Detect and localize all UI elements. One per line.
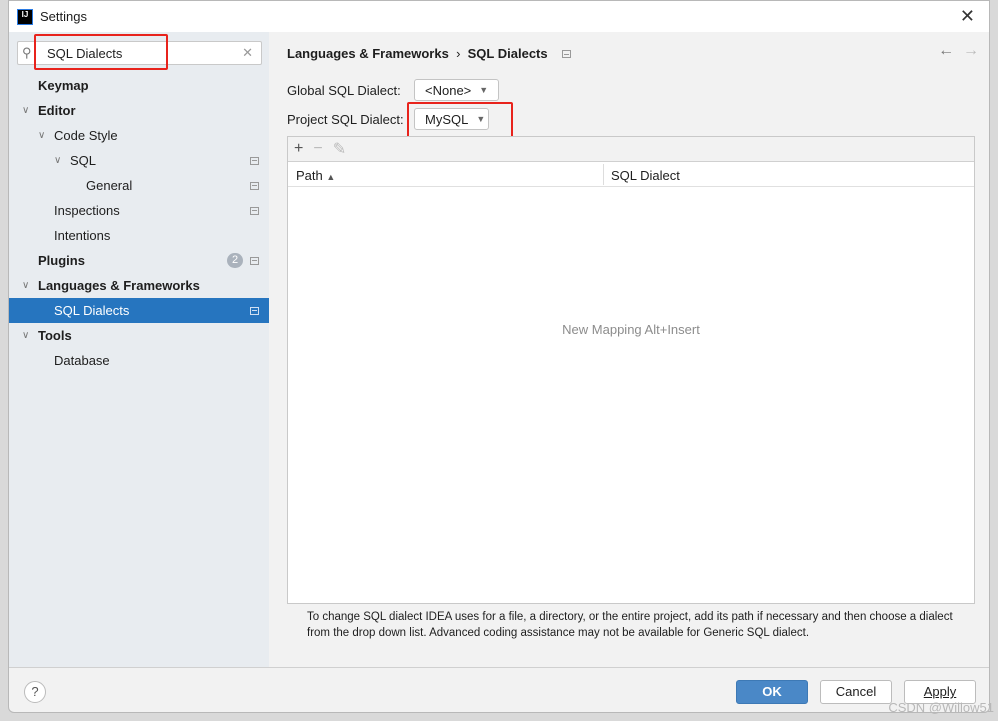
breadcrumb: Languages & Frameworks › SQL Dialects	[287, 46, 571, 61]
global-dialect-select[interactable]: <None> ▼	[414, 79, 499, 101]
tree-item[interactable]: ∨ SQL	[9, 148, 269, 173]
tree-item[interactable]: Database	[9, 348, 269, 373]
edit-icon[interactable]: ✎	[333, 139, 346, 159]
chevron-down-icon[interactable]: ∨	[54, 155, 61, 166]
tree-item-label: Keymap	[38, 78, 89, 93]
settings-dialog: IJ Settings ✕ ⚲ SQL Dialects ✕ Keymap ∨ Ed…	[8, 0, 990, 713]
footer: ? OK Cancel Apply	[9, 667, 989, 713]
chevron-down-icon[interactable]: ∨	[22, 105, 29, 116]
chevron-down-icon[interactable]: ∨	[38, 130, 45, 141]
tree-item-label: SQL Dialects	[54, 303, 130, 318]
tree-item[interactable]: Inspections	[9, 198, 269, 223]
window-title: Settings	[40, 9, 87, 24]
column-divider	[603, 164, 604, 185]
empty-table-text: New Mapping Alt+Insert	[562, 322, 700, 337]
watermark: CSDN @Willow51	[888, 700, 994, 715]
tree-item[interactable]: Intentions	[9, 223, 269, 248]
tree-item[interactable]: General	[9, 173, 269, 198]
breadcrumb-separator: ›	[456, 46, 461, 61]
table-header: Path ▲ SQL Dialect	[288, 162, 974, 187]
breadcrumb-parent[interactable]: Languages & Frameworks	[287, 46, 449, 61]
tree-item-label: Editor	[38, 103, 76, 118]
page-icon	[250, 306, 259, 315]
page-icon	[250, 156, 259, 165]
column-path[interactable]: Path ▲	[296, 168, 335, 183]
page-icon	[250, 181, 259, 190]
chevron-down-icon[interactable]: ∨	[22, 330, 29, 341]
remove-icon[interactable]: −	[313, 140, 322, 158]
help-text: To change SQL dialect IDEA uses for a fi…	[307, 611, 953, 639]
sort-asc-icon: ▲	[326, 172, 336, 182]
global-dialect-value: <None>	[425, 82, 472, 98]
highlight-box	[407, 102, 513, 139]
tree-item-label: General	[86, 178, 133, 193]
intellij-logo-icon: IJ	[17, 8, 33, 25]
tree-item-label: Database	[54, 353, 110, 368]
tree-item[interactable]: ∨ Code Style	[9, 123, 269, 148]
add-icon[interactable]: +	[294, 140, 303, 158]
tree-item-label: Tools	[38, 328, 72, 343]
tree-item[interactable]: Keymap	[9, 73, 269, 98]
help-button[interactable]: ?	[24, 681, 46, 703]
dropdown-arrow-icon: ▼	[479, 85, 489, 95]
tree-item[interactable]: ∨ Tools	[9, 323, 269, 348]
table-toolbar: + − ✎	[288, 137, 974, 162]
tree-item-label: SQL	[70, 153, 97, 168]
page-icon	[561, 50, 571, 58]
tree-item-label: Plugins	[38, 253, 85, 268]
tree-item[interactable]: ∨ Languages & Frameworks	[9, 273, 269, 298]
tree-item-label: Intentions	[54, 228, 111, 243]
main-panel: Languages & Frameworks › SQL Dialects ← …	[269, 32, 991, 667]
column-path-label: Path	[296, 168, 323, 183]
tree-item[interactable]: Plugins 2	[9, 248, 269, 273]
column-sql-dialect[interactable]: SQL Dialect	[611, 168, 680, 183]
clear-icon[interactable]: ✕	[242, 45, 253, 61]
chevron-down-icon[interactable]: ∨	[22, 280, 29, 291]
page-icon	[250, 206, 259, 215]
close-icon[interactable]: ✕	[960, 6, 975, 27]
sidebar: ⚲ SQL Dialects ✕ Keymap ∨ Editor ∨ Code Styl…	[9, 32, 269, 667]
breadcrumb-current: SQL Dialects	[467, 46, 548, 61]
global-dialect-label: Global SQL Dialect:	[287, 83, 401, 98]
highlight-box	[34, 34, 168, 70]
forward-arrow-icon[interactable]: →	[963, 42, 979, 59]
title-bar: IJ Settings ✕	[9, 1, 989, 32]
back-arrow-icon[interactable]: ←	[938, 42, 954, 59]
navigation: ← →	[938, 42, 979, 60]
tree-item[interactable]: SQL Dialects	[9, 298, 269, 323]
count-badge: 2	[227, 253, 243, 268]
tree-item-label: Languages & Frameworks	[38, 278, 200, 293]
search-icon: ⚲	[22, 45, 32, 60]
page-icon	[250, 256, 259, 265]
ok-button[interactable]: OK	[736, 680, 808, 704]
cancel-button[interactable]: Cancel	[820, 680, 892, 704]
mapping-table: + − ✎ Path ▲ SQL Dialect New Mapping Alt…	[287, 136, 975, 604]
tree-item-label: Inspections	[54, 203, 120, 218]
tree-item-label: Code Style	[54, 128, 118, 143]
tree-item[interactable]: ∨ Editor	[9, 98, 269, 123]
project-dialect-label: Project SQL Dialect:	[287, 112, 404, 127]
